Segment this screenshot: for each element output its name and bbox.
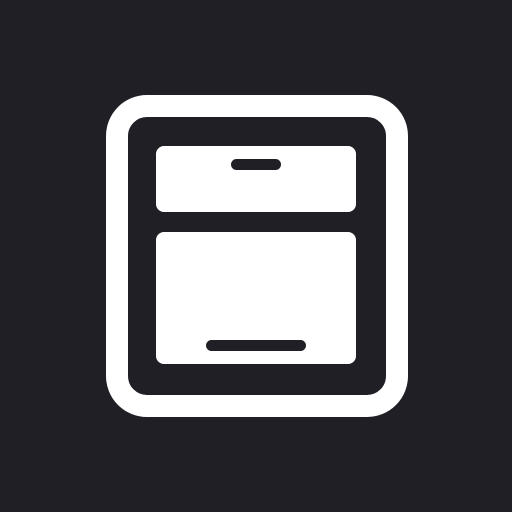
app-icon-canvas [0,0,512,512]
bottom-drawer-handle [206,340,306,351]
cabinet-icon [0,0,512,512]
top-drawer-handle [231,159,281,170]
cabinet-top-drawer [156,146,356,212]
